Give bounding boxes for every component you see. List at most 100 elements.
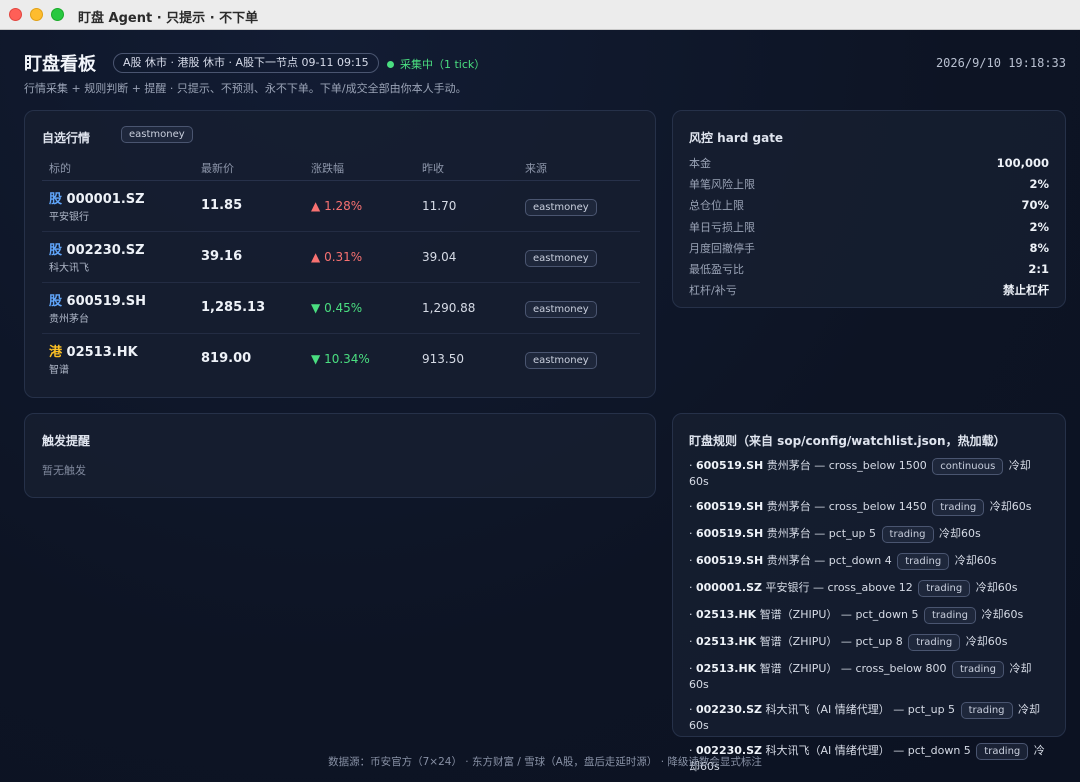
table-row[interactable]: 股 002230.SZ 科大讯飞 39.16 ▲ 0.31% 39.04 eastmone…	[42, 231, 640, 283]
rule-symbol: 600519.SH	[696, 500, 764, 513]
column-header-symbol[interactable]: 标的	[42, 156, 194, 181]
rule-stock-name: 贵州茅台	[766, 527, 811, 540]
rule-symbol: 02513.HK	[696, 662, 757, 675]
rule-dash: —	[810, 459, 829, 472]
rule-item: · 002230.SZ 科大讯飞（AI 情绪代理） — pct_up 5 tra…	[689, 702, 1049, 733]
rule-stock-name: 平安银行	[765, 581, 810, 594]
rule-session-tag: trading	[960, 702, 1013, 719]
bullet: ·	[689, 459, 696, 472]
stock-symbol: 002230.SZ	[66, 243, 145, 258]
rule-item: · 02513.HK 智谱（ZHIPU） — cross_below 800 t…	[689, 661, 1049, 692]
rule-condition: pct_down 4	[828, 554, 892, 567]
change-cell: ▲ 0.31%	[304, 231, 415, 283]
rule-list: · 600519.SH 贵州茅台 — cross_below 1500 cont…	[689, 458, 1049, 782]
table-header-row: 标的 最新价 涨跌幅 昨收 来源	[42, 156, 640, 181]
rule-item: · 000001.SZ 平安银行 — cross_above 12 tradin…	[689, 580, 1049, 597]
symbol-line: 港 02513.HK	[49, 341, 194, 360]
status-dot-icon	[387, 60, 394, 68]
arrow-down-icon: ▼	[311, 351, 321, 366]
symbol-line: 股 002230.SZ	[49, 239, 194, 258]
watchlist-card: 自选行情 eastmoney 标的 最新价 涨跌幅 昨收 来源 股 000001…	[24, 110, 656, 398]
column-header-prev-close[interactable]: 昨收	[415, 156, 518, 181]
rule-dash: —	[810, 500, 829, 513]
risk-row: 总仓位上限 70%	[689, 195, 1049, 216]
symbol-cell: 股 000001.SZ 平安银行	[42, 180, 194, 232]
bullet: ·	[689, 554, 696, 567]
rule-symbol: 002230.SZ	[696, 703, 762, 716]
change-cell: ▼ 0.45%	[304, 282, 415, 334]
dashboard: 盯盘看板 A股 休市 · 港股 休市 · A股下一节点 09-11 09:15 …	[0, 30, 1080, 782]
window-title: 盯盘 Agent · 只提示 · 不下单	[78, 11, 259, 26]
change-percent: 10.34%	[324, 351, 370, 366]
rule-stock-name: 智谱（ZHIPU）	[759, 635, 838, 648]
bullet: ·	[689, 635, 696, 648]
risk-value: 2%	[1029, 219, 1049, 234]
market-badge: 港	[49, 345, 63, 361]
rule-symbol: 600519.SH	[696, 554, 764, 567]
risk-title: 风控 hard gate	[689, 131, 784, 145]
arrow-up-icon: ▲	[311, 198, 321, 213]
risk-label: 最低盈亏比	[689, 263, 744, 277]
risk-row: 单日亏损上限 2%	[689, 216, 1049, 237]
window-titlebar: 盯盘 Agent · 只提示 · 不下单	[0, 0, 1080, 30]
maximize-window-button[interactable]	[51, 8, 64, 21]
prev-close: 913.50	[422, 351, 464, 366]
symbol-cell: 股 600519.SH 贵州茅台	[42, 282, 194, 334]
stock-name: 平安银行	[49, 212, 89, 223]
source-cell: eastmoney	[518, 231, 640, 283]
bullet: ·	[689, 662, 696, 675]
symbol-cell: 港 02513.HK 智谱	[42, 333, 194, 384]
market-badge: 股	[49, 192, 63, 207]
rule-space	[892, 554, 896, 567]
minimize-window-button[interactable]	[30, 8, 43, 21]
rule-stock-name: 科大讯飞（AI 情绪代理）	[765, 703, 890, 716]
last-price: 39.16	[194, 231, 304, 283]
source-tag: eastmoney	[525, 301, 597, 318]
symbol-line: 股 000001.SZ	[49, 188, 194, 207]
risk-row: 月度回撤停手 8%	[689, 237, 1049, 258]
rule-cooldown: 冷却60s	[965, 635, 1008, 648]
rule-space	[946, 662, 950, 675]
rule-item: · 600519.SH 贵州茅台 — cross_below 1450 trad…	[689, 499, 1049, 516]
rule-space	[927, 500, 931, 513]
rule-session-tag: trading	[897, 553, 950, 570]
risk-row: 本金 100,000	[689, 152, 1049, 173]
table-row[interactable]: 股 000001.SZ 平安银行 11.85 ▲ 1.28% 11.70 eastmone…	[42, 180, 640, 232]
rule-cooldown: 冷却60s	[939, 527, 981, 540]
column-header-price[interactable]: 最新价	[194, 156, 304, 181]
rule-item: · 600519.SH 贵州茅台 — cross_below 1500 cont…	[689, 458, 1049, 489]
last-price: 11.85	[194, 180, 304, 232]
stock-symbol: 000001.SZ	[66, 192, 145, 207]
symbol-cell: 股 002230.SZ 科大讯飞	[42, 231, 194, 283]
rule-space	[913, 581, 917, 594]
risk-row: 单笔风险上限 2%	[689, 173, 1049, 194]
rule-condition: cross_above 12	[827, 581, 913, 594]
risk-value: 2%	[1029, 176, 1049, 191]
column-header-change[interactable]: 涨跌幅	[304, 156, 415, 181]
rule-symbol: 02513.HK	[696, 608, 757, 621]
source-tag: eastmoney	[525, 250, 597, 267]
alerts-title: 触发提醒	[42, 434, 91, 448]
rule-session-tag: trading	[951, 661, 1004, 678]
change-percent: 0.45%	[324, 300, 363, 315]
table-row[interactable]: 港 02513.HK 智谱 819.00 ▼ 10.34% 913.50 eastmone…	[42, 333, 640, 384]
collect-status-text: 采集中（1 tick）	[400, 58, 486, 71]
risk-value: 2:1	[1028, 262, 1049, 277]
source-tag: eastmoney	[525, 352, 597, 370]
rule-space	[876, 527, 880, 540]
rule-symbol: 000001.SZ	[696, 581, 762, 594]
column-header-source[interactable]: 来源	[518, 156, 640, 181]
rule-condition: pct_up 5	[907, 703, 956, 716]
close-window-button[interactable]	[9, 8, 22, 21]
prev-close: 39.04	[415, 231, 518, 283]
rule-condition: pct_up 8	[855, 635, 903, 648]
rule-session-tag: trading	[932, 499, 985, 516]
rule-dash: —	[809, 581, 828, 594]
stock-symbol: 02513.HK	[66, 345, 138, 361]
rule-condition: cross_below 1450	[828, 500, 927, 513]
rule-dash: —	[889, 703, 908, 716]
risk-label: 本金	[689, 156, 711, 170]
last-price: 1,285.13	[194, 282, 304, 334]
table-row[interactable]: 股 600519.SH 贵州茅台 1,285.13 ▼ 0.45% 1,290.88 ea…	[42, 282, 640, 334]
rule-session-tag: trading	[908, 634, 961, 651]
